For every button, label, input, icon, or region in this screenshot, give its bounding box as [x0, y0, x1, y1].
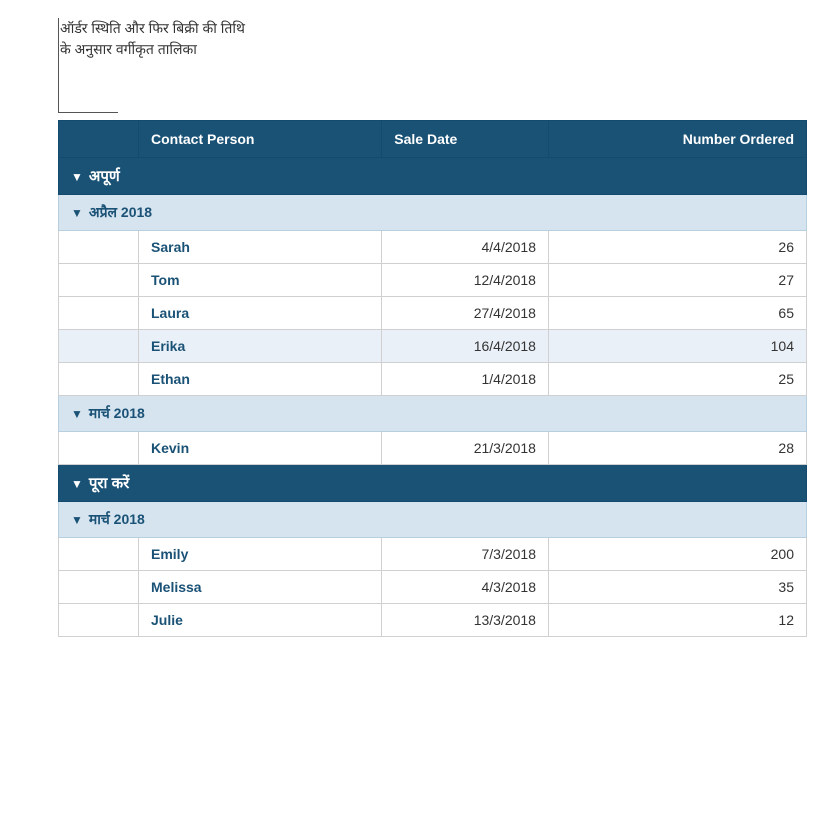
group-row-top[interactable]: ▼अपूर्ण: [59, 158, 807, 195]
sale-date-cell: 4/3/2018: [382, 571, 549, 604]
sub-label: ▼अप्रैल 2018: [59, 195, 807, 231]
table-row: Erika16/4/2018104: [59, 330, 807, 363]
header-sale-date: Sale Date: [382, 121, 549, 158]
contact-person-cell: Laura: [139, 297, 382, 330]
contact-person-cell: Melissa: [139, 571, 382, 604]
annotation-line2: के अनुसार वर्गीकृत तालिका: [60, 41, 197, 57]
table-row: Melissa4/3/201835: [59, 571, 807, 604]
contact-person-cell: Tom: [139, 264, 382, 297]
group-label: ▼अपूर्ण: [59, 158, 807, 195]
sale-date-cell: 27/4/2018: [382, 297, 549, 330]
row-indent: [59, 330, 139, 363]
contact-person-cell: Emily: [139, 538, 382, 571]
table-row: Kevin21/3/201828: [59, 432, 807, 465]
group-label: ▼पूरा करें: [59, 465, 807, 502]
row-indent: [59, 363, 139, 396]
contact-person-cell: Julie: [139, 604, 382, 637]
main-table-wrapper: Contact Person Sale Date Number Ordered …: [58, 120, 807, 637]
number-ordered-cell: 65: [548, 297, 806, 330]
annotation-horizontal-line: [58, 112, 118, 113]
number-ordered-cell: 25: [548, 363, 806, 396]
number-ordered-cell: 28: [548, 432, 806, 465]
sale-date-cell: 1/4/2018: [382, 363, 549, 396]
row-indent: [59, 264, 139, 297]
row-indent: [59, 538, 139, 571]
group-row-top[interactable]: ▼पूरा करें: [59, 465, 807, 502]
contact-person-cell: Sarah: [139, 231, 382, 264]
row-indent: [59, 604, 139, 637]
data-table: Contact Person Sale Date Number Ordered …: [58, 120, 807, 637]
header-contact-person: Contact Person: [139, 121, 382, 158]
row-indent: [59, 297, 139, 330]
annotation-vertical-line: [58, 18, 59, 113]
group-row-sub[interactable]: ▼मार्च 2018: [59, 396, 807, 432]
table-row: Tom12/4/201827: [59, 264, 807, 297]
annotation-text: ऑर्डर स्थिति और फिर बिक्री की तिथि के अन…: [60, 18, 245, 60]
group-row-sub[interactable]: ▼मार्च 2018: [59, 502, 807, 538]
annotation-line1: ऑर्डर स्थिति और फिर बिक्री की तिथि: [60, 20, 245, 36]
row-indent: [59, 571, 139, 604]
number-ordered-cell: 26: [548, 231, 806, 264]
header-number-ordered: Number Ordered: [548, 121, 806, 158]
number-ordered-cell: 12: [548, 604, 806, 637]
table-row: Emily7/3/2018200: [59, 538, 807, 571]
row-indent: [59, 231, 139, 264]
contact-person-cell: Ethan: [139, 363, 382, 396]
number-ordered-cell: 200: [548, 538, 806, 571]
table-row: Ethan1/4/201825: [59, 363, 807, 396]
number-ordered-cell: 35: [548, 571, 806, 604]
sale-date-cell: 4/4/2018: [382, 231, 549, 264]
table-row: Sarah4/4/201826: [59, 231, 807, 264]
table-row: Laura27/4/201865: [59, 297, 807, 330]
header-col0: [59, 121, 139, 158]
sale-date-cell: 12/4/2018: [382, 264, 549, 297]
sale-date-cell: 7/3/2018: [382, 538, 549, 571]
sub-label: ▼मार्च 2018: [59, 396, 807, 432]
sale-date-cell: 21/3/2018: [382, 432, 549, 465]
sale-date-cell: 16/4/2018: [382, 330, 549, 363]
table-row: Julie13/3/201812: [59, 604, 807, 637]
number-ordered-cell: 104: [548, 330, 806, 363]
sale-date-cell: 13/3/2018: [382, 604, 549, 637]
sub-label: ▼मार्च 2018: [59, 502, 807, 538]
row-indent: [59, 432, 139, 465]
contact-person-cell: Erika: [139, 330, 382, 363]
contact-person-cell: Kevin: [139, 432, 382, 465]
group-row-sub[interactable]: ▼अप्रैल 2018: [59, 195, 807, 231]
number-ordered-cell: 27: [548, 264, 806, 297]
